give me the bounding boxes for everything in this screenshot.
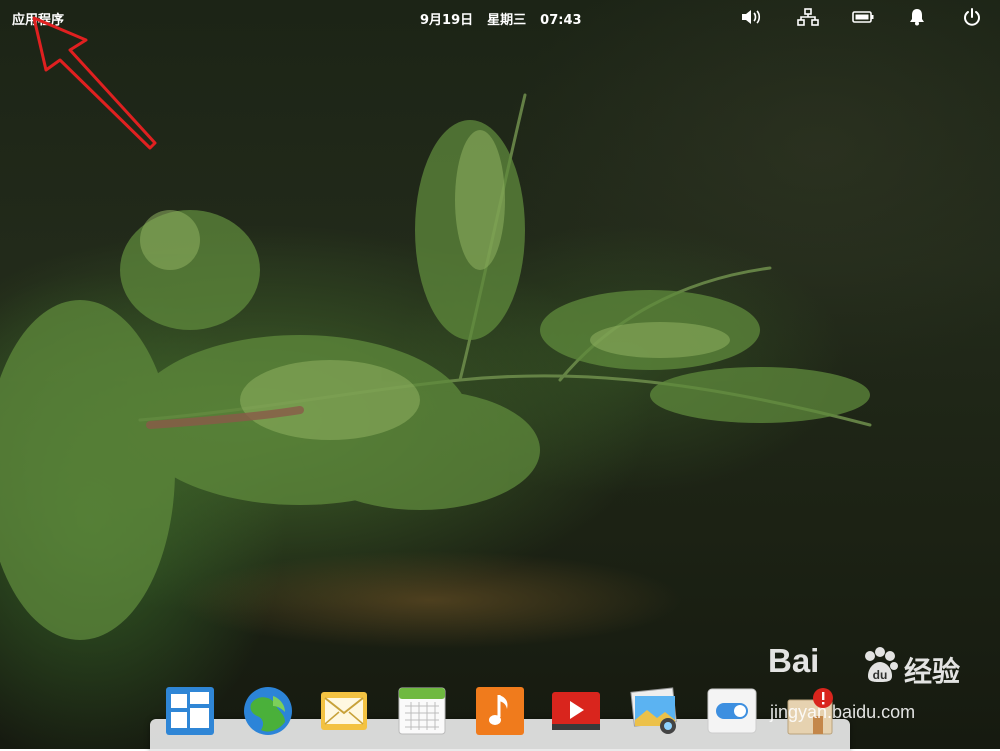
web-browser-icon[interactable] (243, 686, 293, 736)
watermark-brand: Bai (768, 642, 820, 679)
date-label: 9月19日 (420, 13, 474, 28)
calendar-icon[interactable] (397, 686, 447, 736)
photos-icon[interactable] (629, 686, 679, 736)
applications-menu-button[interactable]: 应用程序 (12, 9, 64, 28)
top-panel: 应用程序 9月19日 星期三 07:43 (0, 0, 1000, 34)
desktop-wallpaper (0, 0, 1000, 749)
date-time-indicator[interactable]: 9月19日 星期三 07:43 (420, 9, 596, 28)
music-icon[interactable] (475, 686, 525, 736)
power-icon[interactable] (961, 8, 983, 26)
battery-icon[interactable] (852, 8, 874, 26)
time-label: 07:43 (540, 13, 582, 28)
watermark-url: jingyan.baidu.com (770, 702, 916, 722)
watermark-brand-cn: 经验 (904, 655, 961, 688)
notification-bell-icon[interactable] (906, 8, 928, 26)
network-icon[interactable] (797, 8, 819, 26)
fern-branch-image (0, 93, 872, 640)
baidu-jingyan-watermark: Bai du 经验 jingyan.baidu.com (768, 642, 988, 726)
multitasking-view-icon[interactable] (165, 686, 215, 736)
system-settings-icon[interactable] (707, 686, 757, 736)
videos-icon[interactable] (551, 686, 601, 736)
volume-icon[interactable] (740, 8, 762, 26)
svg-text:du: du (873, 668, 888, 682)
weekday-label: 星期三 (487, 13, 527, 28)
baidu-paw-icon: du (865, 647, 898, 682)
mail-icon[interactable] (319, 686, 369, 736)
